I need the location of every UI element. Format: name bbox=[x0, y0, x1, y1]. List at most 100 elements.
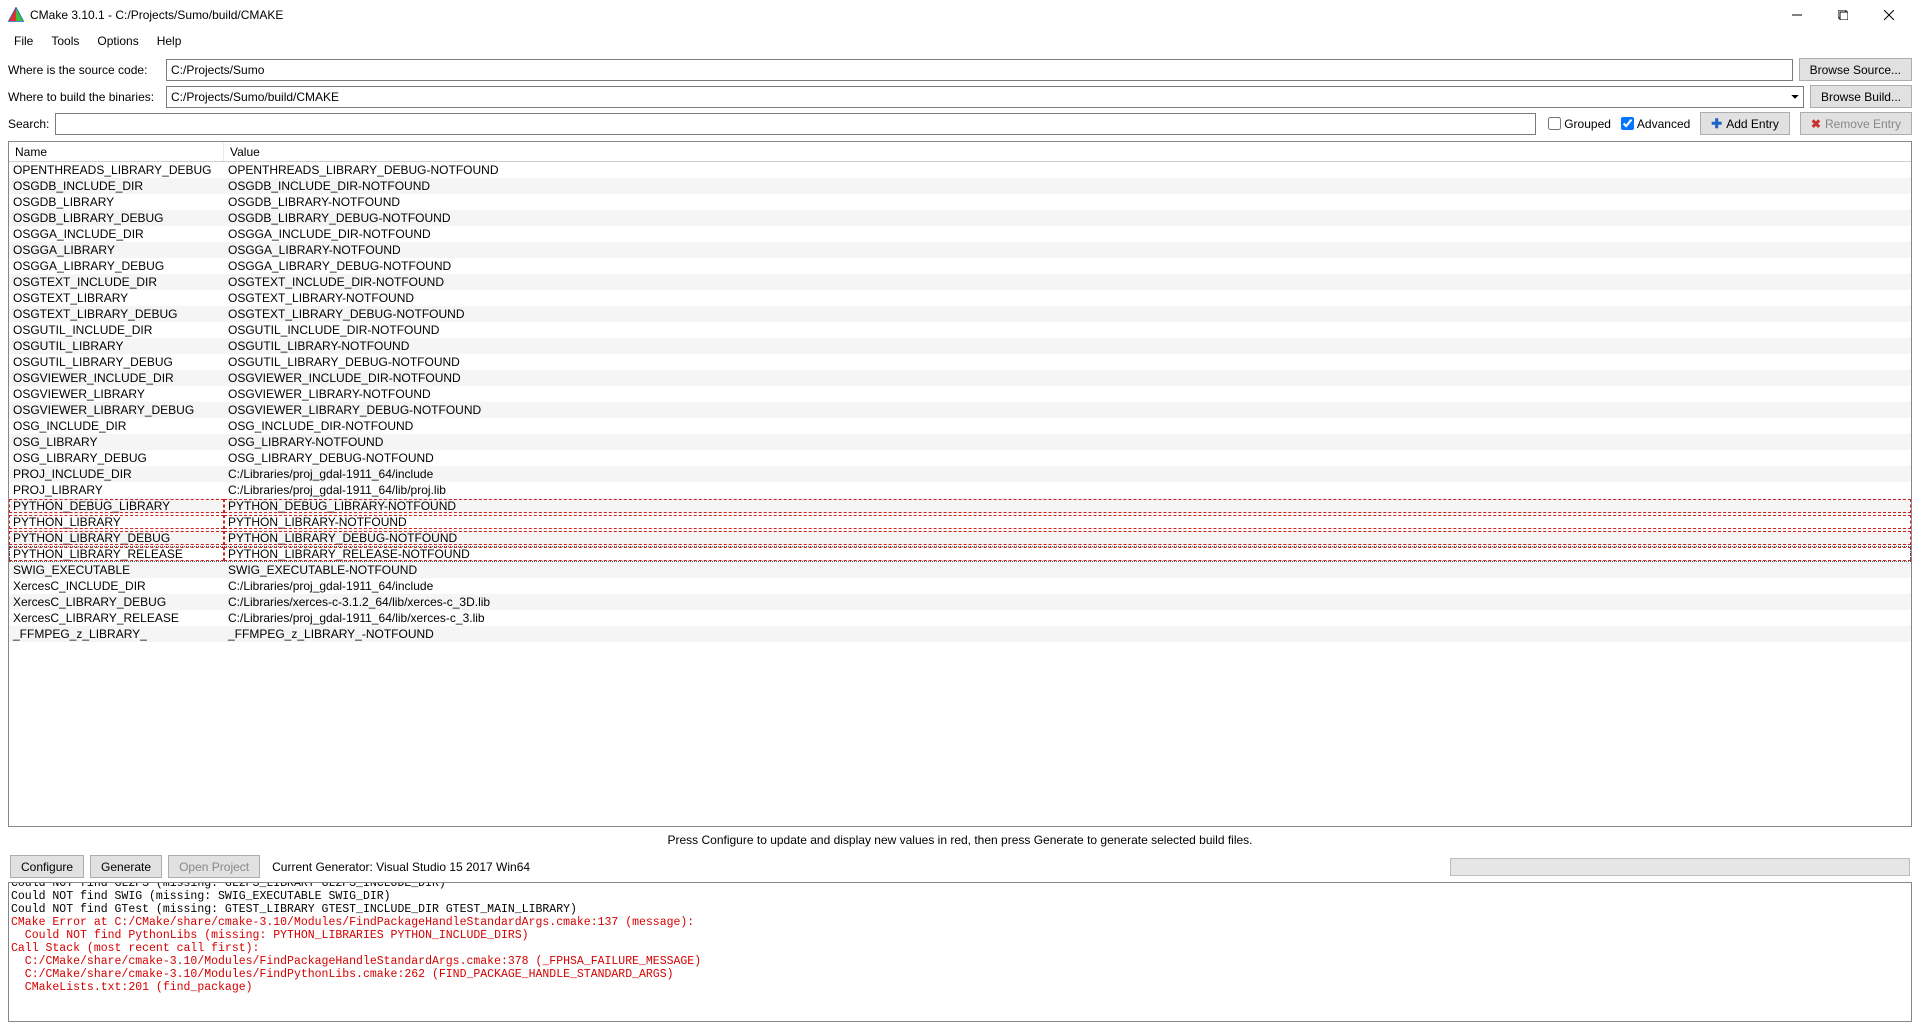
table-row[interactable]: PROJ_INCLUDE_DIRC:/Libraries/proj_gdal-1… bbox=[9, 466, 1911, 482]
output-log[interactable]: Could NOT find GL2PS (missing: GL2PS_LIB… bbox=[8, 882, 1912, 1022]
table-row[interactable]: OSGTEXT_INCLUDE_DIROSGTEXT_INCLUDE_DIR-N… bbox=[9, 274, 1911, 290]
cell-value[interactable]: OSGDB_LIBRARY_DEBUG-NOTFOUND bbox=[224, 211, 1911, 225]
source-path-input[interactable] bbox=[166, 59, 1793, 81]
cell-value[interactable]: OSGUTIL_LIBRARY_DEBUG-NOTFOUND bbox=[224, 355, 1911, 369]
cell-value[interactable]: OSGVIEWER_LIBRARY_DEBUG-NOTFOUND bbox=[224, 403, 1911, 417]
cell-name[interactable]: XercesC_INCLUDE_DIR bbox=[9, 579, 224, 593]
cell-value[interactable]: OSGDB_INCLUDE_DIR-NOTFOUND bbox=[224, 179, 1911, 193]
cell-value[interactable]: OPENTHREADS_LIBRARY_DEBUG-NOTFOUND bbox=[224, 163, 1911, 177]
menu-help[interactable]: Help bbox=[149, 32, 190, 50]
cell-name[interactable]: XercesC_LIBRARY_RELEASE bbox=[9, 611, 224, 625]
cell-name[interactable]: OPENTHREADS_LIBRARY_DEBUG bbox=[9, 163, 224, 177]
title-bar[interactable]: CMake 3.10.1 - C:/Projects/Sumo/build/CM… bbox=[0, 0, 1920, 30]
table-row[interactable]: OSGDB_LIBRARY_DEBUGOSGDB_LIBRARY_DEBUG-N… bbox=[9, 210, 1911, 226]
cell-name[interactable]: PYTHON_LIBRARY_RELEASE bbox=[9, 547, 224, 561]
browse-source-button[interactable]: Browse Source... bbox=[1799, 58, 1912, 81]
close-button[interactable] bbox=[1866, 0, 1912, 30]
cell-value[interactable]: OSGGA_LIBRARY-NOTFOUND bbox=[224, 243, 1911, 257]
cell-name[interactable]: SWIG_EXECUTABLE bbox=[9, 563, 224, 577]
cell-name[interactable]: OSGDB_LIBRARY_DEBUG bbox=[9, 211, 224, 225]
table-row[interactable]: OSGVIEWER_LIBRARY_DEBUGOSGVIEWER_LIBRARY… bbox=[9, 402, 1911, 418]
cell-name[interactable]: OSGDB_LIBRARY bbox=[9, 195, 224, 209]
cell-name[interactable]: OSGVIEWER_LIBRARY bbox=[9, 387, 224, 401]
cache-table-body[interactable]: OPENTHREADS_LIBRARY_DEBUGOPENTHREADS_LIB… bbox=[9, 162, 1911, 826]
cell-name[interactable]: OSGGA_INCLUDE_DIR bbox=[9, 227, 224, 241]
cell-name[interactable]: OSG_LIBRARY_DEBUG bbox=[9, 451, 224, 465]
cell-name[interactable]: OSGGA_LIBRARY_DEBUG bbox=[9, 259, 224, 273]
table-row[interactable]: OSGGA_LIBRARY_DEBUGOSGGA_LIBRARY_DEBUG-N… bbox=[9, 258, 1911, 274]
add-entry-button[interactable]: ✚Add Entry bbox=[1700, 112, 1790, 135]
generate-button[interactable]: Generate bbox=[90, 855, 162, 878]
cell-value[interactable]: PYTHON_DEBUG_LIBRARY-NOTFOUND bbox=[224, 499, 1911, 513]
table-row[interactable]: OSGTEXT_LIBRARYOSGTEXT_LIBRARY-NOTFOUND bbox=[9, 290, 1911, 306]
minimize-button[interactable] bbox=[1774, 0, 1820, 30]
menu-file[interactable]: File bbox=[6, 32, 41, 50]
cell-name[interactable]: _FFMPEG_z_LIBRARY_ bbox=[9, 627, 224, 641]
cell-value[interactable]: OSGUTIL_INCLUDE_DIR-NOTFOUND bbox=[224, 323, 1911, 337]
grouped-checkbox[interactable]: Grouped bbox=[1548, 117, 1611, 131]
table-row[interactable]: OSGUTIL_LIBRARY_DEBUGOSGUTIL_LIBRARY_DEB… bbox=[9, 354, 1911, 370]
table-row[interactable]: XercesC_LIBRARY_DEBUGC:/Libraries/xerces… bbox=[9, 594, 1911, 610]
table-row[interactable]: SWIG_EXECUTABLESWIG_EXECUTABLE-NOTFOUND bbox=[9, 562, 1911, 578]
cell-name[interactable]: OSGUTIL_LIBRARY bbox=[9, 339, 224, 353]
cell-name[interactable]: OSG_LIBRARY bbox=[9, 435, 224, 449]
browse-build-button[interactable]: Browse Build... bbox=[1810, 85, 1912, 108]
table-row[interactable]: OSGTEXT_LIBRARY_DEBUGOSGTEXT_LIBRARY_DEB… bbox=[9, 306, 1911, 322]
cell-value[interactable]: PYTHON_LIBRARY-NOTFOUND bbox=[224, 515, 1911, 529]
cell-value[interactable]: C:/Libraries/xerces-c-3.1.2_64/lib/xerce… bbox=[224, 595, 1911, 609]
cell-value[interactable]: _FFMPEG_z_LIBRARY_-NOTFOUND bbox=[224, 627, 1911, 641]
cell-value[interactable]: OSGVIEWER_INCLUDE_DIR-NOTFOUND bbox=[224, 371, 1911, 385]
cell-value[interactable]: OSGTEXT_LIBRARY_DEBUG-NOTFOUND bbox=[224, 307, 1911, 321]
table-row[interactable]: XercesC_LIBRARY_RELEASEC:/Libraries/proj… bbox=[9, 610, 1911, 626]
cell-name[interactable]: XercesC_LIBRARY_DEBUG bbox=[9, 595, 224, 609]
remove-entry-button[interactable]: ✖Remove Entry bbox=[1800, 112, 1912, 135]
table-row[interactable]: OSG_LIBRARYOSG_LIBRARY-NOTFOUND bbox=[9, 434, 1911, 450]
table-row[interactable]: PYTHON_LIBRARYPYTHON_LIBRARY-NOTFOUND bbox=[9, 514, 1911, 530]
table-row[interactable]: OSGGA_LIBRARYOSGGA_LIBRARY-NOTFOUND bbox=[9, 242, 1911, 258]
column-header-name[interactable]: Name bbox=[9, 143, 224, 161]
table-row[interactable]: OSGVIEWER_INCLUDE_DIROSGVIEWER_INCLUDE_D… bbox=[9, 370, 1911, 386]
open-project-button[interactable]: Open Project bbox=[168, 855, 260, 878]
cell-name[interactable]: OSGTEXT_INCLUDE_DIR bbox=[9, 275, 224, 289]
cell-value[interactable]: OSGGA_INCLUDE_DIR-NOTFOUND bbox=[224, 227, 1911, 241]
table-row[interactable]: OSGVIEWER_LIBRARYOSGVIEWER_LIBRARY-NOTFO… bbox=[9, 386, 1911, 402]
table-row[interactable]: OSGUTIL_INCLUDE_DIROSGUTIL_INCLUDE_DIR-N… bbox=[9, 322, 1911, 338]
table-row[interactable]: PYTHON_LIBRARY_DEBUGPYTHON_LIBRARY_DEBUG… bbox=[9, 530, 1911, 546]
advanced-checkbox[interactable]: Advanced bbox=[1621, 117, 1690, 131]
configure-button[interactable]: Configure bbox=[10, 855, 84, 878]
cell-name[interactable]: OSGUTIL_INCLUDE_DIR bbox=[9, 323, 224, 337]
cell-value[interactable]: C:/Libraries/proj_gdal-1911_64/include bbox=[224, 467, 1911, 481]
table-row[interactable]: XercesC_INCLUDE_DIRC:/Libraries/proj_gda… bbox=[9, 578, 1911, 594]
table-row[interactable]: PROJ_LIBRARYC:/Libraries/proj_gdal-1911_… bbox=[9, 482, 1911, 498]
cell-value[interactable]: PYTHON_LIBRARY_DEBUG-NOTFOUND bbox=[224, 531, 1911, 545]
cell-name[interactable]: PYTHON_DEBUG_LIBRARY bbox=[9, 499, 224, 513]
table-row[interactable]: OSGGA_INCLUDE_DIROSGGA_INCLUDE_DIR-NOTFO… bbox=[9, 226, 1911, 242]
column-header-value[interactable]: Value bbox=[224, 143, 1911, 161]
table-row[interactable]: OPENTHREADS_LIBRARY_DEBUGOPENTHREADS_LIB… bbox=[9, 162, 1911, 178]
cell-value[interactable]: C:/Libraries/proj_gdal-1911_64/include bbox=[224, 579, 1911, 593]
table-row[interactable]: PYTHON_LIBRARY_RELEASEPYTHON_LIBRARY_REL… bbox=[9, 546, 1911, 562]
table-row[interactable]: OSGDB_INCLUDE_DIROSGDB_INCLUDE_DIR-NOTFO… bbox=[9, 178, 1911, 194]
table-row[interactable]: OSG_INCLUDE_DIROSG_INCLUDE_DIR-NOTFOUND bbox=[9, 418, 1911, 434]
cell-name[interactable]: OSGTEXT_LIBRARY bbox=[9, 291, 224, 305]
cell-value[interactable]: SWIG_EXECUTABLE-NOTFOUND bbox=[224, 563, 1911, 577]
cell-value[interactable]: OSGTEXT_LIBRARY-NOTFOUND bbox=[224, 291, 1911, 305]
cell-name[interactable]: PROJ_LIBRARY bbox=[9, 483, 224, 497]
table-row[interactable]: OSG_LIBRARY_DEBUGOSG_LIBRARY_DEBUG-NOTFO… bbox=[9, 450, 1911, 466]
cell-name[interactable]: OSGTEXT_LIBRARY_DEBUG bbox=[9, 307, 224, 321]
cell-name[interactable]: OSGGA_LIBRARY bbox=[9, 243, 224, 257]
cell-value[interactable]: OSGDB_LIBRARY-NOTFOUND bbox=[224, 195, 1911, 209]
table-row[interactable]: OSGDB_LIBRARYOSGDB_LIBRARY-NOTFOUND bbox=[9, 194, 1911, 210]
cell-value[interactable]: OSG_LIBRARY-NOTFOUND bbox=[224, 435, 1911, 449]
cell-value[interactable]: OSGGA_LIBRARY_DEBUG-NOTFOUND bbox=[224, 259, 1911, 273]
cell-value[interactable]: C:/Libraries/proj_gdal-1911_64/lib/xerce… bbox=[224, 611, 1911, 625]
table-row[interactable]: _FFMPEG_z_LIBRARY__FFMPEG_z_LIBRARY_-NOT… bbox=[9, 626, 1911, 642]
table-row[interactable]: PYTHON_DEBUG_LIBRARYPYTHON_DEBUG_LIBRARY… bbox=[9, 498, 1911, 514]
menu-options[interactable]: Options bbox=[89, 32, 146, 50]
search-input[interactable] bbox=[55, 113, 1536, 135]
cell-name[interactable]: OSGVIEWER_INCLUDE_DIR bbox=[9, 371, 224, 385]
cell-name[interactable]: OSGVIEWER_LIBRARY_DEBUG bbox=[9, 403, 224, 417]
cell-name[interactable]: PYTHON_LIBRARY bbox=[9, 515, 224, 529]
cell-name[interactable]: OSG_INCLUDE_DIR bbox=[9, 419, 224, 433]
cell-value[interactable]: PYTHON_LIBRARY_RELEASE-NOTFOUND bbox=[224, 547, 1911, 561]
